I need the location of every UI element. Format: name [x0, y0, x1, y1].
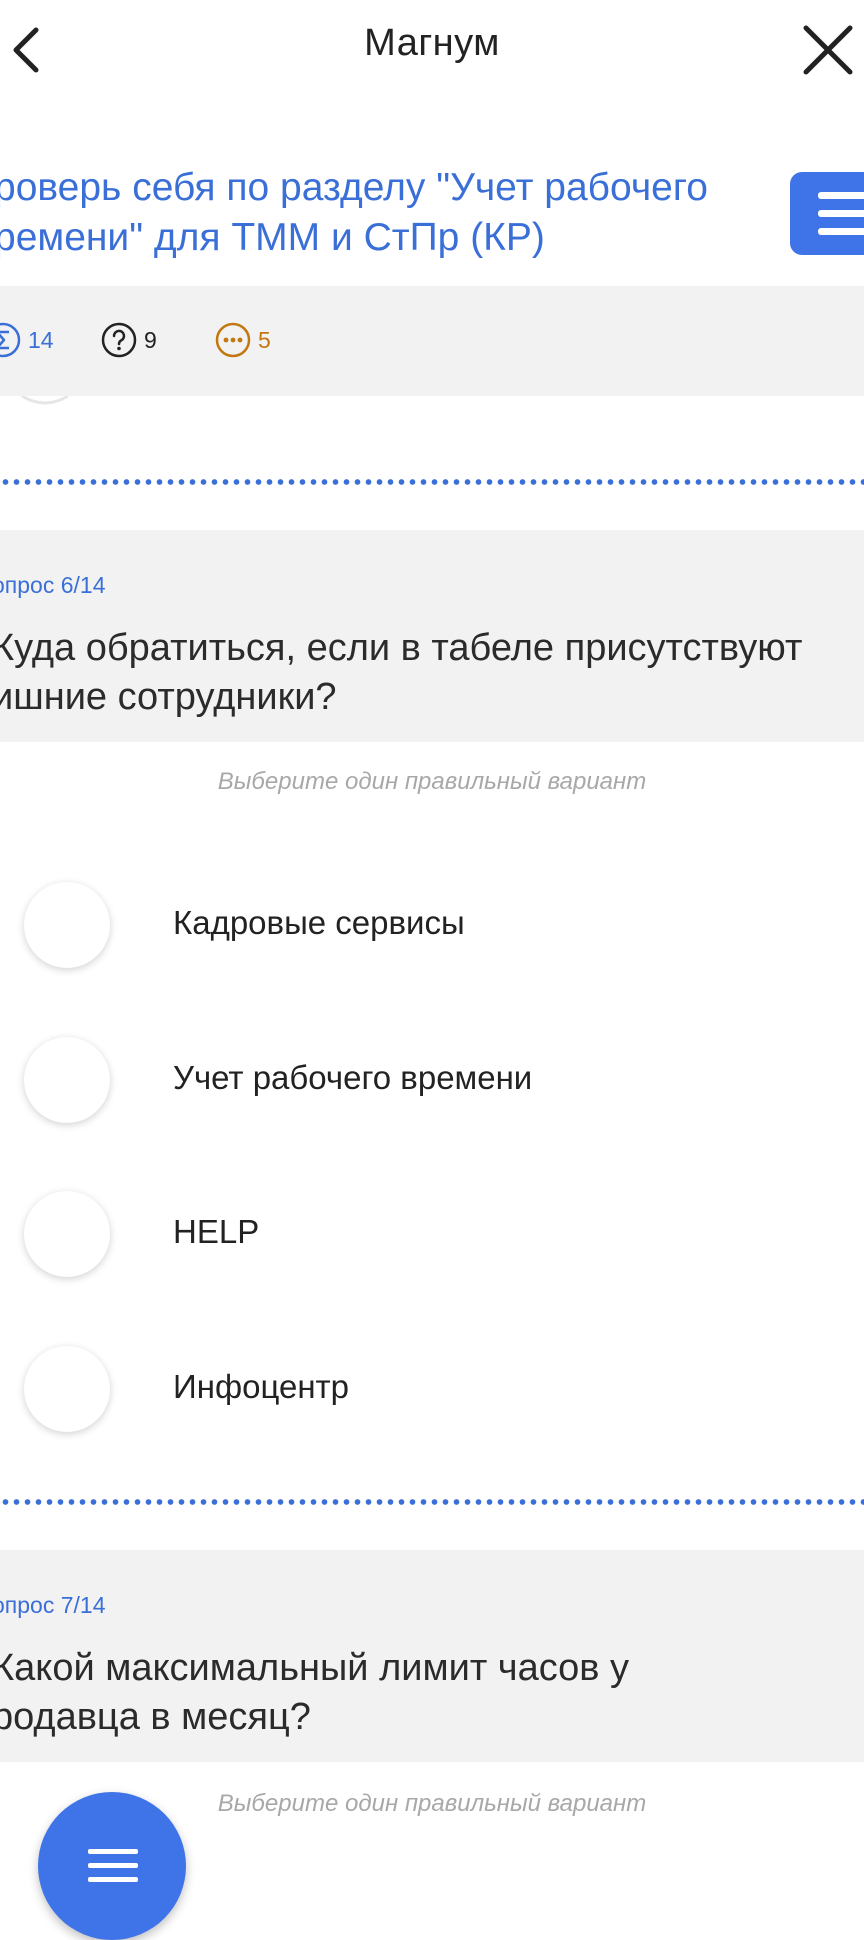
section-divider [0, 478, 864, 486]
option-label: HELP [173, 1213, 260, 1250]
quiz-title: роверь себя по разделу "Учет рабочего ре… [0, 166, 708, 259]
question-card: опрос 6/14 Куда обратиться, если в табел… [0, 530, 864, 742]
answer-option[interactable]: HELP [0, 1179, 864, 1289]
question-number: опрос 6/14 [0, 572, 106, 598]
answer-option[interactable]: Инфоцентр [0, 1334, 864, 1444]
answer-option[interactable]: Учет рабочего времени [0, 1025, 864, 1135]
radio-button[interactable] [24, 1191, 110, 1277]
radio-button[interactable] [24, 1346, 110, 1432]
more-dots-icon [215, 322, 251, 358]
question-number: опрос 7/14 [0, 1592, 106, 1618]
question-card: опрос 7/14 Какой максимальный лимит часо… [0, 1550, 864, 1762]
radio-button[interactable] [24, 882, 110, 968]
question-text: Какой максимальный лимит часов у родавца… [0, 1647, 630, 1738]
stat-questions: 9 [100, 320, 157, 360]
question-text: Куда обратиться, если в табеле присутств… [0, 627, 803, 718]
stat-total: 14 [0, 320, 54, 360]
section-divider [0, 1498, 864, 1506]
close-button[interactable] [800, 22, 856, 78]
stat-pending-value: 5 [258, 326, 271, 353]
stat-total-value: 14 [28, 326, 54, 353]
app-title: Магнум [364, 22, 500, 64]
stat-questions-value: 9 [144, 326, 157, 353]
side-menu-button[interactable] [790, 172, 864, 255]
quiz-stats: 14 9 5 [0, 286, 864, 396]
question-icon [101, 322, 137, 358]
radio-button[interactable] [24, 1037, 110, 1123]
top-bar: Магнум [0, 0, 864, 100]
answer-hint: Выберите один правильный вариант [217, 768, 647, 795]
menu-fab[interactable] [38, 1792, 186, 1940]
answer-option[interactable]: Кадровые сервисы [0, 870, 864, 980]
sigma-icon [0, 322, 21, 358]
close-icon [803, 25, 853, 75]
option-label: Учет рабочего времени [173, 1059, 533, 1096]
stat-pending: 5 [214, 320, 271, 360]
previous-radio-edge [21, 396, 69, 405]
option-label: Кадровые сервисы [173, 904, 465, 941]
option-label: Инфоцентр [173, 1368, 350, 1405]
